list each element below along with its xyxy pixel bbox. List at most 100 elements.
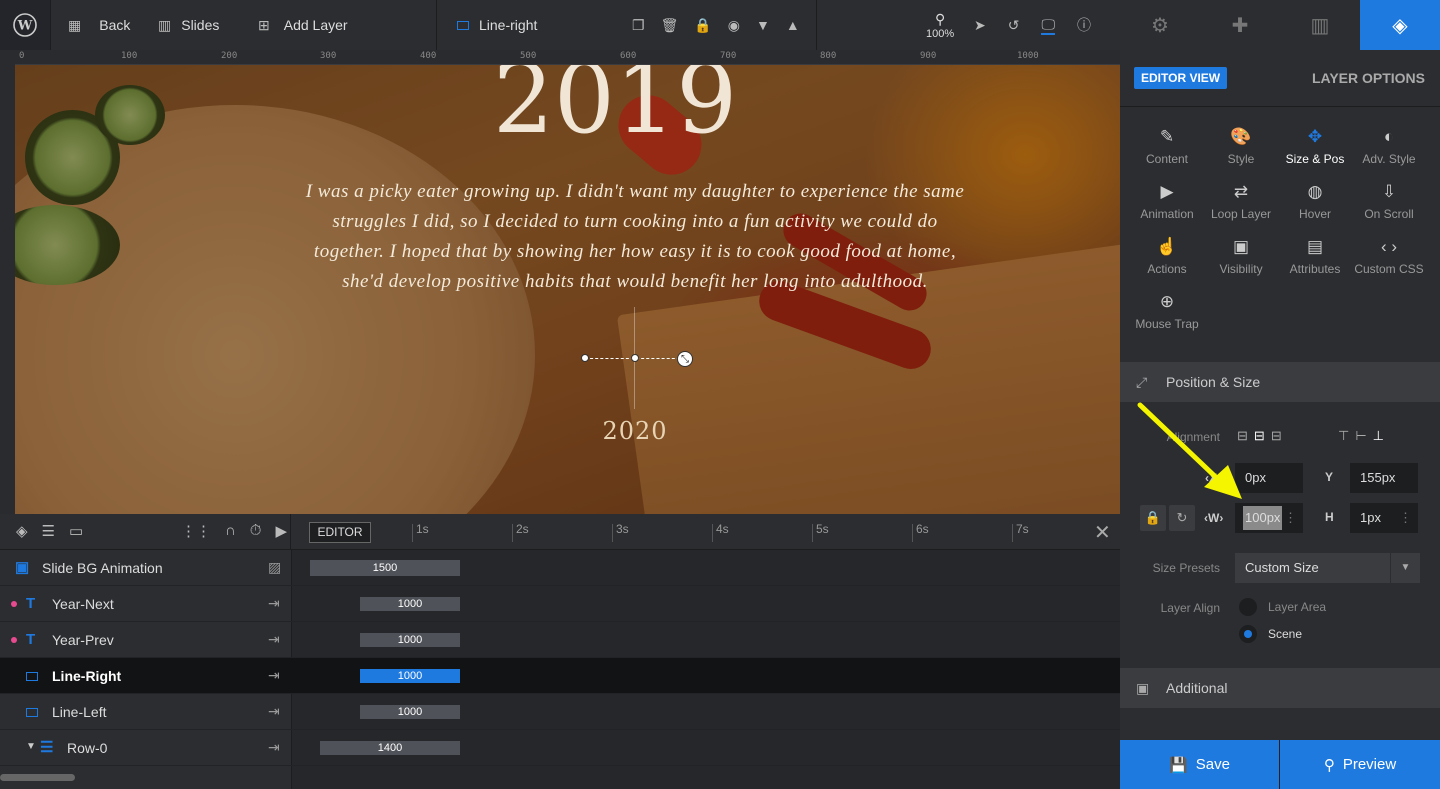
- timeline-scrollbar[interactable]: [0, 774, 75, 781]
- stopwatch-icon[interactable]: ⏱: [250, 522, 262, 540]
- adv-style-option[interactable]: ◐ Adv. Style: [1352, 126, 1426, 166]
- align-bottom-icon[interactable]: ⊥: [1373, 428, 1384, 444]
- ruler-tick: 900: [920, 51, 937, 61]
- editor-tab-button[interactable]: EDITOR: [309, 522, 371, 543]
- editor-view-badge[interactable]: EDITOR VIEW: [1134, 67, 1228, 89]
- arrow-end-icon[interactable]: ⇥: [268, 703, 280, 720]
- loop-layer-option[interactable]: ⇄ Loop Layer: [1204, 181, 1278, 221]
- hover-option[interactable]: ◍ Hover: [1278, 181, 1352, 221]
- on-scroll-option[interactable]: ⇩ On Scroll: [1352, 181, 1426, 221]
- mouse-trap-option[interactable]: ⊕ Mouse Trap: [1130, 291, 1204, 331]
- wordpress-logo-button[interactable]: W: [0, 0, 50, 50]
- size-presets-select[interactable]: Custom Size ▼: [1235, 553, 1420, 583]
- timeline-row[interactable]: T Year-Next ⇥ 1000: [0, 586, 1120, 622]
- year-next-text[interactable]: 2020: [585, 417, 685, 445]
- add-icon: ⊞: [258, 16, 270, 33]
- align-center-icon[interactable]: ⊟: [1254, 428, 1265, 444]
- search-icon: ⚲: [934, 10, 946, 27]
- resize-corner-icon[interactable]: ⤡: [677, 351, 693, 367]
- current-layer-selector[interactable]: Line-right: [457, 0, 537, 50]
- caret-down-icon[interactable]: ▼: [26, 741, 36, 752]
- duration-bar[interactable]: 1000: [360, 597, 460, 611]
- slides-tab[interactable]: ▥: [1280, 0, 1360, 50]
- back-button[interactable]: ▦ Back: [68, 0, 130, 50]
- y-input[interactable]: 155px: [1350, 463, 1418, 493]
- height-input[interactable]: 1px ⋮: [1350, 503, 1418, 533]
- cursor-icon[interactable]: ➤: [974, 17, 986, 34]
- magnet-icon[interactable]: ∩: [225, 522, 236, 540]
- chevron-down-icon[interactable]: ▼: [756, 17, 770, 33]
- style-option[interactable]: 🎨 Style: [1204, 126, 1278, 166]
- h-axis-label: H: [1325, 510, 1334, 524]
- align-right-icon[interactable]: ⊟: [1271, 428, 1282, 444]
- arrow-end-icon[interactable]: ⇥: [268, 739, 280, 756]
- lock-ratio-button[interactable]: 🔒: [1140, 505, 1166, 531]
- timeline-row[interactable]: ▼ ☰ Row-0 ⇥ 1400: [0, 730, 1120, 766]
- split-icon[interactable]: ⋮⋮: [181, 522, 211, 540]
- actions-option[interactable]: ☝ Actions: [1130, 236, 1204, 276]
- section-title: Additional: [1166, 680, 1228, 696]
- add-layer-button[interactable]: ⊞ Add Layer: [258, 0, 348, 50]
- quote-text[interactable]: I was a picky eater growing up. I didn't…: [305, 177, 965, 297]
- timeline-second: 5s: [816, 522, 829, 536]
- save-button[interactable]: 💾 Save: [1120, 740, 1279, 789]
- arrow-end-icon[interactable]: ⇥: [268, 595, 280, 612]
- panel-tabs: ⚙ ✚ ▥ ◈: [1120, 0, 1440, 50]
- row-icon: ☰: [40, 739, 54, 756]
- list-icon[interactable]: ☰: [42, 522, 55, 540]
- duration-bar[interactable]: 1000: [360, 633, 460, 647]
- attributes-option[interactable]: ▤ Attributes: [1278, 236, 1352, 276]
- duration-bar[interactable]: 1000: [360, 705, 460, 719]
- content-option[interactable]: ✎ Content: [1130, 126, 1204, 166]
- layers-tab[interactable]: ◈: [1360, 0, 1440, 50]
- lock-icon[interactable]: 🔒: [694, 17, 711, 34]
- rectangle-icon: [457, 20, 469, 30]
- help-icon[interactable]: ⓘ: [1077, 15, 1091, 35]
- animation-option[interactable]: ▶ Animation: [1130, 181, 1204, 221]
- eye-icon[interactable]: ◉: [728, 17, 740, 34]
- preview-button[interactable]: ⚲ Preview: [1280, 740, 1440, 789]
- trash-icon[interactable]: 🗑: [661, 17, 679, 34]
- duplicate-icon[interactable]: ❐: [632, 17, 645, 34]
- slide-canvas[interactable]: 2019 I was a picky eater growing up. I d…: [15, 65, 1120, 514]
- folder-icon[interactable]: ▭: [69, 522, 83, 540]
- scene-radio[interactable]: [1239, 625, 1257, 643]
- timeline-row[interactable]: Line-Right ⇥ 1000: [0, 658, 1120, 694]
- timeline-row[interactable]: T Year-Prev ⇥ 1000: [0, 622, 1120, 658]
- duration-bar[interactable]: 1400: [320, 741, 460, 755]
- reset-size-button[interactable]: ↻: [1169, 505, 1195, 531]
- timeline-row[interactable]: ▣ Slide BG Animation ▨ 1500: [0, 550, 1120, 586]
- resize-handle-left[interactable]: [581, 354, 589, 362]
- layer-name: Year-Next: [52, 596, 114, 612]
- duration-bar[interactable]: 1500: [310, 560, 460, 576]
- layers-icon[interactable]: ◈: [16, 522, 28, 540]
- custom-css-option[interactable]: ‹ › Custom CSS: [1352, 236, 1426, 276]
- zoom-control[interactable]: ⚲ 100%: [926, 0, 954, 50]
- width-input[interactable]: 100px ⋮: [1235, 503, 1303, 533]
- visibility-option[interactable]: ▣ Visibility: [1204, 236, 1278, 276]
- undo-icon[interactable]: ↺: [1008, 17, 1020, 34]
- layer-area-radio[interactable]: [1239, 598, 1257, 616]
- timeline-row[interactable]: Line-Left ⇥ 1000: [0, 694, 1120, 730]
- resize-handle-center[interactable]: [631, 354, 639, 362]
- more-icon[interactable]: ⋮: [1284, 503, 1297, 533]
- align-top-icon[interactable]: ⊤: [1338, 428, 1349, 444]
- play-icon[interactable]: ▶: [275, 522, 287, 540]
- size-presets-label: Size Presets: [1152, 561, 1220, 575]
- size-pos-option[interactable]: ✥ Size & Pos: [1278, 126, 1352, 166]
- close-icon[interactable]: ✕: [1094, 520, 1111, 545]
- arrow-end-icon[interactable]: ⇥: [268, 667, 280, 684]
- scroll-icon: ⇩: [1381, 182, 1397, 201]
- timeline-second: 3s: [616, 522, 629, 536]
- arrow-end-icon[interactable]: ⇥: [268, 631, 280, 648]
- slides-button[interactable]: ▥ Slides: [158, 0, 219, 50]
- chevron-up-icon[interactable]: ▲: [786, 17, 800, 33]
- desktop-icon[interactable]: 🖵: [1041, 16, 1055, 35]
- year-prev-text[interactable]: 2019: [15, 65, 1120, 155]
- navigation-tab[interactable]: ✚: [1200, 0, 1280, 50]
- settings-tab[interactable]: ⚙: [1120, 0, 1200, 50]
- additional-header[interactable]: ▣ Additional: [1120, 668, 1440, 708]
- more-icon[interactable]: ⋮: [1399, 503, 1412, 533]
- duration-bar[interactable]: 1000: [360, 669, 460, 683]
- align-middle-icon[interactable]: ⊢: [1355, 428, 1366, 444]
